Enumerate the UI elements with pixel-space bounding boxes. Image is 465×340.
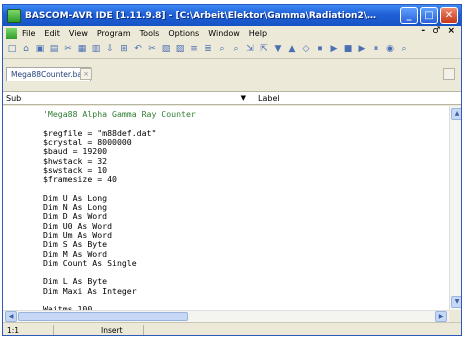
- sub-dropdown[interactable]: Sub ▼: [6, 93, 246, 104]
- code-line: Dim Maxi As Integer: [43, 285, 137, 296]
- label-dropdown[interactable]: Label: [258, 93, 280, 104]
- toolbar-button[interactable]: ▶: [328, 43, 340, 55]
- cursor-position: 1:1: [7, 326, 20, 335]
- toolbar-button[interactable]: ⌕: [230, 43, 242, 55]
- menu-file[interactable]: File: [22, 29, 35, 38]
- code-line: Dim Count As Single: [43, 257, 137, 268]
- insert-mode: Insert: [101, 326, 123, 335]
- tab-close-icon[interactable]: ×: [80, 68, 92, 80]
- status-bar: 1:1 Insert: [3, 322, 461, 335]
- menu-edit[interactable]: Edit: [44, 29, 60, 38]
- toolbar-button[interactable]: ▼: [272, 43, 284, 55]
- mdi-controls[interactable]: - ♂ ×: [421, 26, 457, 36]
- menu-tools[interactable]: Tools: [140, 29, 160, 38]
- toolbar-button[interactable]: ≡: [188, 43, 200, 55]
- menu-help[interactable]: Help: [249, 29, 267, 38]
- app-icon: [7, 8, 21, 23]
- toolbar-button[interactable]: ◇: [300, 43, 312, 55]
- toolbar-button[interactable]: ✂: [62, 43, 74, 55]
- toolbar-button[interactable]: ⏸: [370, 43, 382, 55]
- menu-bar: File Edit View Program Tools Options Win…: [3, 26, 461, 40]
- maximize-button[interactable]: □: [420, 7, 438, 24]
- code-editor[interactable]: 'Mega88 Alpha Gamma Ray Counter $regfile …: [3, 106, 449, 310]
- menu-window[interactable]: Window: [208, 29, 240, 38]
- toolbar-button[interactable]: ↶: [132, 43, 144, 55]
- sub-dropdown-label: Sub: [6, 94, 22, 103]
- toolbar-button[interactable]: ≣: [202, 43, 214, 55]
- toolbar-button[interactable]: ▶: [356, 43, 368, 55]
- toolbar-button[interactable]: ⇲: [244, 43, 256, 55]
- scroll-up-icon[interactable]: ▲: [451, 108, 461, 120]
- toolbar-button[interactable]: ⌕: [216, 43, 228, 55]
- toolbar: □ ⌂ ▣ ▤ ✂ ▦ ▥ ⇩ ⊞ ↶ ✂ ▧ ▨ ≡ ≣ ⌕ ⌕ ⇲ ⇱ ▼ ▲ ◇ ⏹ ▶ ■ ▶ ⏸ ◉ ⌕: [3, 40, 461, 59]
- toolbar-button[interactable]: ⇩: [104, 43, 116, 55]
- toolbar-button[interactable]: ▥: [90, 43, 102, 55]
- toolbar-button[interactable]: ⌂: [20, 43, 32, 55]
- code-line: $framesize = 40: [43, 174, 117, 185]
- window-controls: _ □ ✕: [400, 7, 458, 24]
- window-title: BASCOM-AVR IDE [1.11.9.8] - [C:\Arbeit\E…: [25, 10, 380, 21]
- close-button[interactable]: ✕: [440, 7, 458, 24]
- toolbar-button[interactable]: ▣: [34, 43, 46, 55]
- tab-strip: Mega88Counter.bas ×: [3, 59, 461, 91]
- scroll-right-icon[interactable]: ▶: [435, 311, 447, 322]
- title-bar[interactable]: BASCOM-AVR IDE [1.11.9.8] - [C:\Arbeit\E…: [3, 5, 461, 26]
- toolbar-button[interactable]: ◉: [384, 43, 396, 55]
- tab-list-icon[interactable]: [443, 68, 455, 80]
- scroll-down-icon[interactable]: ▼: [451, 296, 461, 308]
- toolbar-button[interactable]: ■: [342, 43, 354, 55]
- procedure-bar: Sub ▼ Label: [3, 91, 461, 105]
- toolbar-button[interactable]: ▨: [174, 43, 186, 55]
- minimize-button[interactable]: _: [400, 7, 418, 24]
- toolbar-button[interactable]: ⌕: [398, 43, 410, 55]
- horizontal-scrollbar[interactable]: ◀ ▶: [3, 310, 449, 322]
- toolbar-button[interactable]: ⊞: [118, 43, 130, 55]
- tab-mega88counter[interactable]: Mega88Counter.bas: [6, 67, 91, 81]
- status-divider: [53, 325, 54, 335]
- toolbar-button[interactable]: ▧: [160, 43, 172, 55]
- chevron-down-icon: ▼: [240, 94, 246, 102]
- toolbar-button[interactable]: ⏹: [314, 43, 326, 55]
- scroll-left-icon[interactable]: ◀: [5, 311, 17, 322]
- ide-window: BASCOM-AVR IDE [1.11.9.8] - [C:\Arbeit\E…: [2, 4, 462, 336]
- toolbar-button[interactable]: ▦: [76, 43, 88, 55]
- toolbar-button[interactable]: □: [6, 43, 18, 55]
- menu-options[interactable]: Options: [168, 29, 199, 38]
- menu-program[interactable]: Program: [97, 29, 131, 38]
- code-line: 'Mega88 Alpha Gamma Ray Counter: [43, 109, 196, 119]
- scroll-corner: [449, 310, 461, 322]
- vertical-scrollbar[interactable]: ▲ ▼: [449, 106, 461, 310]
- toolbar-button[interactable]: ⇱: [258, 43, 270, 55]
- hscroll-thumb[interactable]: [18, 312, 188, 321]
- status-divider: [143, 325, 144, 335]
- toolbar-button[interactable]: ✂: [146, 43, 158, 55]
- document-icon[interactable]: [6, 27, 17, 39]
- menu-view[interactable]: View: [69, 29, 88, 38]
- toolbar-button[interactable]: ▤: [48, 43, 60, 55]
- toolbar-button[interactable]: ▲: [286, 43, 298, 55]
